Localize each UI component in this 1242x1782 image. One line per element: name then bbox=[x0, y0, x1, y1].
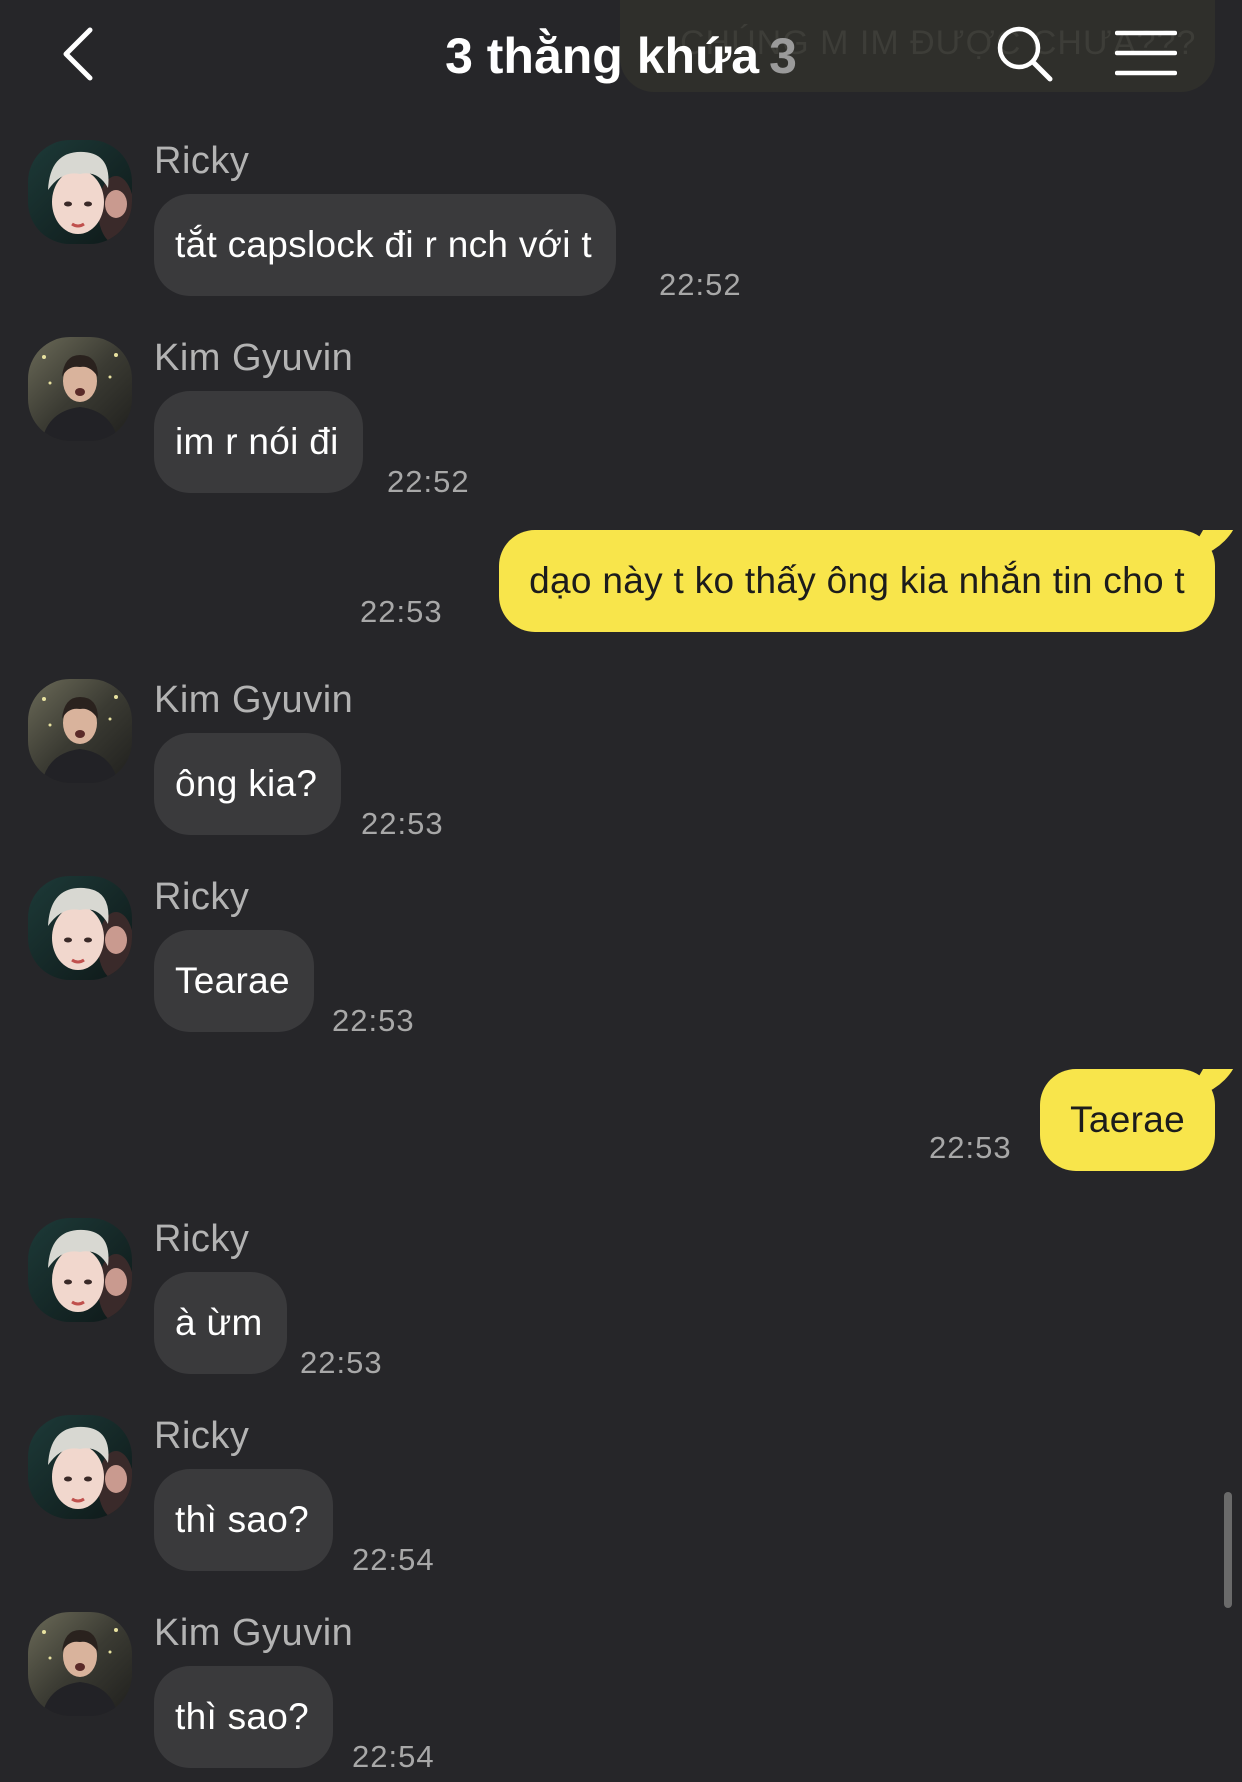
message-row: Ricky Tearae 22:53 bbox=[0, 876, 1242, 1038]
incoming-message-bubble[interactable]: ông kia? bbox=[154, 733, 342, 835]
gyuvin-avatar-image bbox=[28, 337, 132, 441]
message-time: 22:53 bbox=[360, 594, 443, 629]
search-button[interactable] bbox=[995, 24, 1055, 84]
incoming-message-bubble[interactable]: Tearae bbox=[154, 930, 314, 1032]
message-row: Ricky à ừm 22:53 bbox=[0, 1218, 1242, 1380]
message-row: Kim Gyuvin ông kia? 22:53 bbox=[0, 679, 1242, 841]
back-button[interactable] bbox=[56, 24, 106, 84]
message-time: 22:53 bbox=[361, 806, 444, 841]
outgoing-message-bubble[interactable]: dạo này t ko thấy ông kia nhắn tin cho t bbox=[499, 530, 1215, 632]
sender-name: Ricky bbox=[154, 1415, 250, 1457]
ricky-avatar-image bbox=[28, 1218, 132, 1322]
sender-name: Kim Gyuvin bbox=[154, 679, 354, 721]
chat-header: CHÚNG M IM ĐƯỢC CHƯA??? 3 thằng khứa 3 bbox=[0, 0, 1242, 112]
incoming-message-bubble[interactable]: à ừm bbox=[154, 1272, 287, 1374]
avatar-kim-gyuvin[interactable] bbox=[28, 337, 132, 441]
sender-name: Kim Gyuvin bbox=[154, 337, 354, 379]
avatar-ricky[interactable] bbox=[28, 1415, 132, 1519]
sender-name: Ricky bbox=[154, 140, 250, 182]
message-row: Ricky tắt capslock đi r nch với t 22:52 bbox=[0, 140, 1242, 302]
message-time: 22:53 bbox=[332, 1003, 415, 1038]
message-time: 22:53 bbox=[300, 1345, 383, 1380]
message-time: 22:53 bbox=[929, 1130, 1012, 1165]
sender-name: Kim Gyuvin bbox=[154, 1612, 354, 1654]
message-time: 22:54 bbox=[352, 1542, 435, 1577]
message-row: Kim Gyuvin thì sao? 22:54 bbox=[0, 1612, 1242, 1774]
sender-name: Ricky bbox=[154, 876, 250, 918]
hamburger-menu-icon bbox=[1114, 30, 1178, 76]
incoming-message-bubble[interactable]: im r nói đi bbox=[154, 391, 363, 493]
message-row: 22:53 Taerae bbox=[0, 1069, 1242, 1171]
message-row: Ricky thì sao? 22:54 bbox=[0, 1415, 1242, 1577]
avatar-ricky[interactable] bbox=[28, 1218, 132, 1322]
scrollbar-thumb[interactable] bbox=[1224, 1492, 1232, 1608]
message-row: Kim Gyuvin im r nói đi 22:52 bbox=[0, 337, 1242, 499]
gyuvin-avatar-image bbox=[28, 679, 132, 783]
search-icon bbox=[997, 26, 1053, 82]
chevron-left-icon bbox=[63, 27, 93, 81]
ricky-avatar-image bbox=[28, 1415, 132, 1519]
menu-button[interactable] bbox=[1114, 28, 1178, 78]
message-time: 22:52 bbox=[659, 267, 742, 302]
sender-name: Ricky bbox=[154, 1218, 250, 1260]
message-row: 22:53 dạo này t ko thấy ông kia nhắn tin… bbox=[0, 530, 1242, 632]
outgoing-message-bubble[interactable]: Taerae bbox=[1040, 1069, 1215, 1171]
avatar-ricky[interactable] bbox=[28, 876, 132, 980]
avatar-ricky[interactable] bbox=[28, 140, 132, 244]
ricky-avatar-image bbox=[28, 140, 132, 244]
avatar-kim-gyuvin[interactable] bbox=[28, 1612, 132, 1716]
incoming-message-bubble[interactable]: thì sao? bbox=[154, 1469, 334, 1571]
ricky-avatar-image bbox=[28, 876, 132, 980]
message-time: 22:52 bbox=[387, 464, 470, 499]
message-time: 22:54 bbox=[352, 1739, 435, 1774]
incoming-message-bubble[interactable]: thì sao? bbox=[154, 1666, 334, 1768]
gyuvin-avatar-image bbox=[28, 1612, 132, 1716]
avatar-kim-gyuvin[interactable] bbox=[28, 679, 132, 783]
incoming-message-bubble[interactable]: tắt capslock đi r nch với t bbox=[154, 194, 616, 296]
